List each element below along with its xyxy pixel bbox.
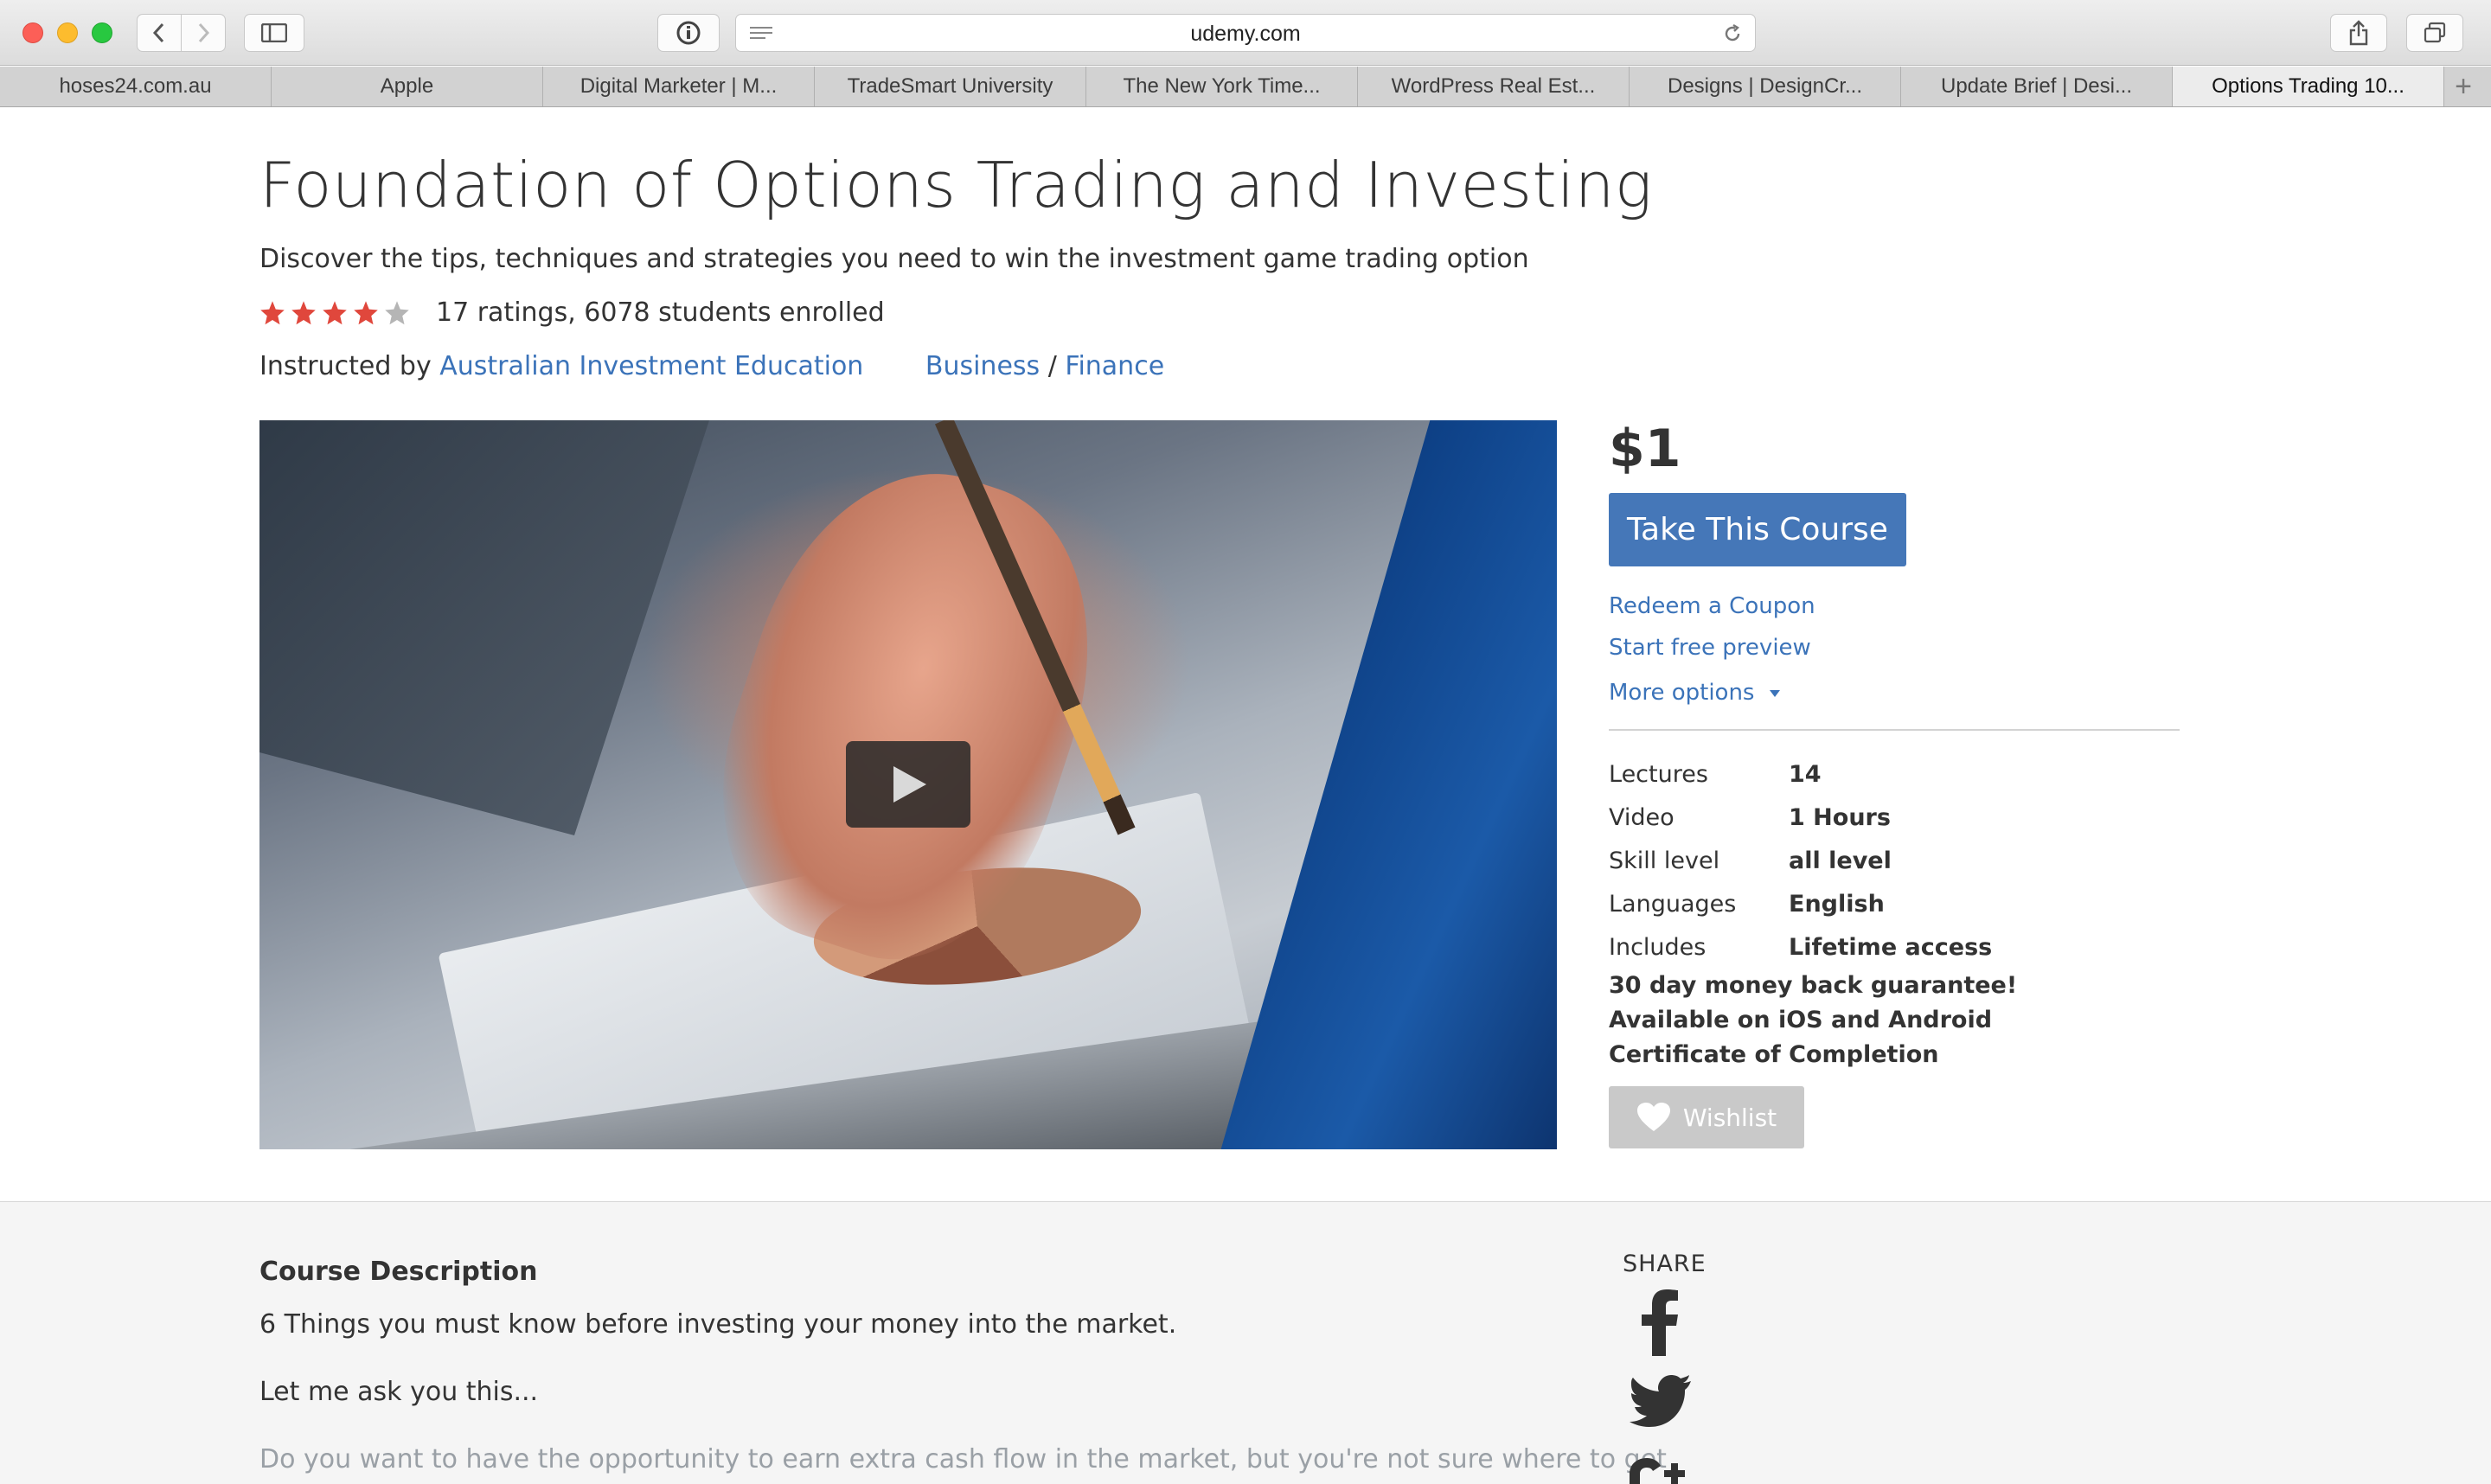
info-icon <box>676 21 701 45</box>
play-button[interactable] <box>846 741 970 828</box>
instructed-by-label: Instructed by <box>259 351 432 381</box>
google-plus-icon[interactable] <box>1628 1458 1694 1484</box>
video-thumbnail-laptop <box>1207 420 1557 1149</box>
instructor-link[interactable]: Australian Investment Education <box>439 351 863 381</box>
reader-button[interactable] <box>657 14 720 52</box>
star-filled-icon <box>260 300 285 324</box>
share-label: SHARE <box>1623 1251 1707 1277</box>
course-description-section: Course Description 6 Things you must kno… <box>0 1201 2491 1484</box>
instructor-row: Instructed by Australian Investment Educ… <box>259 351 1164 381</box>
twitter-icon[interactable] <box>1630 1375 1692 1427</box>
heart-icon <box>1636 1103 1670 1131</box>
star-filled-icon <box>291 300 316 324</box>
detail-value: 1 Hours <box>1789 803 1891 831</box>
course-subtitle: Discover the tips, techniques and strate… <box>259 244 1529 274</box>
detail-value: English <box>1789 890 1885 918</box>
show-all-tabs-button[interactable] <box>2406 14 2463 52</box>
new-tab-button[interactable]: + <box>2444 67 2482 106</box>
course-price: $1 <box>1609 419 1681 479</box>
browser-tab[interactable]: Apple <box>272 67 543 106</box>
description-paragraph: Do you want to have the opportunity to e… <box>259 1444 1667 1474</box>
address-bar[interactable]: udemy.com <box>735 14 1756 52</box>
detail-value: Lifetime access <box>1789 933 1993 961</box>
mobile-availability-text: Available on iOS and Android <box>1609 1007 1993 1033</box>
detail-label: Lectures <box>1609 760 1708 788</box>
category-link[interactable]: Business <box>925 351 1040 381</box>
reload-icon[interactable] <box>1722 23 1743 44</box>
description-paragraph: Let me ask you this... <box>259 1377 539 1407</box>
play-icon <box>893 766 926 803</box>
description-paragraph: 6 Things you must know before investing … <box>259 1309 1177 1340</box>
sidebar-icon <box>261 23 287 42</box>
minimize-window-button[interactable] <box>57 22 78 43</box>
detail-label: Languages <box>1609 890 1737 918</box>
rating-row: 17 ratings, 6078 students enrolled <box>259 297 885 328</box>
chevron-left-icon <box>152 22 164 43</box>
browser-toolbar: udemy.com <box>0 0 2491 66</box>
more-options-label: More options <box>1609 680 1755 706</box>
star-filled-icon <box>323 300 347 324</box>
certificate-text: Certificate of Completion <box>1609 1041 1939 1068</box>
browser-tab[interactable]: TradeSmart University <box>815 67 1086 106</box>
video-thumbnail-sleeve <box>259 420 709 835</box>
star-empty-icon <box>385 300 409 324</box>
browser-tab[interactable]: The New York Time... <box>1086 67 1358 106</box>
chevron-right-icon <box>198 22 210 43</box>
browser-tab[interactable]: Update Brief | Desi... <box>1901 67 2173 106</box>
browser-tab[interactable]: hoses24.com.au <box>0 67 272 106</box>
detail-label: Skill level <box>1609 847 1720 874</box>
detail-value: all level <box>1789 847 1892 874</box>
sidebar-divider <box>1609 729 2180 731</box>
guarantee-text: 30 day money back guarantee! <box>1609 972 2018 999</box>
facebook-icon[interactable] <box>1642 1289 1680 1356</box>
sidebar-toggle-button[interactable] <box>244 14 304 52</box>
browser-tab[interactable]: Designs | DesignCr... <box>1630 67 1901 106</box>
caret-down-icon <box>1769 689 1780 697</box>
wishlist-button[interactable]: Wishlist <box>1609 1086 1804 1148</box>
browser-tab-active[interactable]: Options Trading 10... <box>2173 67 2444 106</box>
course-video-preview[interactable] <box>259 420 1557 1149</box>
tabs-overview-icon <box>2424 22 2446 43</box>
category-separator: / <box>1047 351 1057 381</box>
redeem-coupon-link[interactable]: Redeem a Coupon <box>1609 593 1815 619</box>
more-options-dropdown[interactable]: More options <box>1609 680 1781 706</box>
free-preview-link[interactable]: Start free preview <box>1609 635 1811 661</box>
back-button[interactable] <box>137 14 182 52</box>
browser-tab[interactable]: WordPress Real Est... <box>1358 67 1630 106</box>
close-window-button[interactable] <box>22 22 43 43</box>
detail-value: 14 <box>1789 760 1822 788</box>
tab-bar: hoses24.com.au Apple Digital Marketer | … <box>0 67 2491 107</box>
browser-tab[interactable]: Digital Marketer | M... <box>543 67 815 106</box>
detail-label: Video <box>1609 803 1675 831</box>
detail-row: Includes Lifetime access <box>1609 925 2180 969</box>
detail-row: Lectures 14 <box>1609 752 2180 796</box>
rating-summary: 17 ratings, 6078 students enrolled <box>436 297 885 328</box>
detail-label: Includes <box>1609 933 1707 961</box>
wishlist-label: Wishlist <box>1682 1103 1777 1132</box>
description-heading: Course Description <box>259 1257 538 1287</box>
share-button[interactable] <box>2330 14 2387 52</box>
course-title: Foundation of Options Trading and Invest… <box>259 149 1653 221</box>
take-course-button[interactable]: Take This Course <box>1609 493 1906 566</box>
detail-row: Video 1 Hours <box>1609 796 2180 839</box>
star-filled-icon <box>354 300 378 324</box>
detail-row: Languages English <box>1609 882 2180 925</box>
course-details: Lectures 14 Video 1 Hours Skill level al… <box>1609 752 2180 1072</box>
subcategory-link[interactable]: Finance <box>1065 351 1164 381</box>
url-text: udemy.com <box>1190 22 1301 46</box>
detail-row: Skill level all level <box>1609 839 2180 882</box>
zoom-window-button[interactable] <box>92 22 112 43</box>
share-icon <box>2349 20 2368 46</box>
star-rating <box>259 300 410 326</box>
forward-button[interactable] <box>181 14 226 52</box>
